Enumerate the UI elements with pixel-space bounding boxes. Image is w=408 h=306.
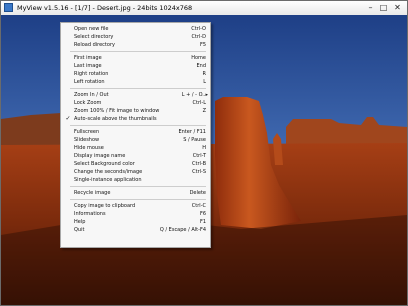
menu-item-hide-mouse[interactable]: Hide mouse H (61, 144, 210, 152)
menu-item-help[interactable]: Help F1 (61, 218, 210, 226)
menu-item-last-image[interactable]: Last image End (61, 62, 210, 70)
app-icon[interactable] (4, 3, 13, 12)
menu-item-first-image[interactable]: First image Home (61, 54, 210, 62)
menu-item-single-instance[interactable]: Single-instance application (61, 176, 210, 184)
check-icon: ✓ (65, 115, 71, 122)
window-title: MyView v1.5.16 - [1/7] - Desert.jpg - 24… (17, 4, 193, 12)
menu-item-recycle-image[interactable]: Recycle image Delete (61, 189, 210, 197)
close-button[interactable]: ✕ (392, 2, 403, 13)
minimize-button[interactable]: – (365, 2, 376, 13)
menu-separator (70, 199, 206, 200)
menu-item-display-image-name[interactable]: Display image name Ctrl-T (61, 152, 210, 160)
title-bar[interactable]: MyView v1.5.16 - [1/7] - Desert.jpg - 24… (1, 1, 407, 16)
menu-item-open-new-file[interactable]: Open new file Ctrl-O (61, 25, 210, 33)
maximize-button[interactable]: □ (378, 2, 389, 13)
menu-separator (70, 125, 206, 126)
menu-item-slideshow[interactable]: Slideshow S / Pause (61, 136, 210, 144)
menu-item-change-seconds-image[interactable]: Change the seconds/image Ctrl-S (61, 168, 210, 176)
menu-item-informations[interactable]: Informations F6 (61, 210, 210, 218)
menu-item-left-rotation[interactable]: Left rotation L (61, 78, 210, 86)
menu-separator (70, 88, 206, 89)
menu-item-quit[interactable]: Quit Q / Escape / Alt-F4 (61, 226, 210, 234)
menu-item-lock-zoom[interactable]: Lock Zoom Ctrl-L (61, 99, 210, 107)
context-menu: Open new file Ctrl-O Select directory Ctrl… (60, 22, 211, 248)
menu-item-reload-directory[interactable]: Reload directory F5 (61, 41, 210, 49)
menu-item-select-directory[interactable]: Select directory Ctrl-D (61, 33, 210, 41)
menu-item-select-background-color[interactable]: Select Background color Ctrl-B (61, 160, 210, 168)
menu-separator (70, 51, 206, 52)
menu-separator (70, 186, 206, 187)
menu-item-zoom-in-out[interactable]: Zoom In / Out L + / - O..▸ (61, 91, 210, 99)
menu-item-copy-to-clipboard[interactable]: Copy image to clipboard Ctrl-C (61, 202, 210, 210)
menu-item-auto-scale[interactable]: ✓ Auto-scale above the thumbnails (61, 115, 210, 123)
menu-item-right-rotation[interactable]: Right rotation R (61, 70, 210, 78)
menu-item-zoom-100-fit[interactable]: Zoom 100% / Fit image to window Z (61, 107, 210, 115)
app-window: MyView v1.5.16 - [1/7] - Desert.jpg - 24… (0, 0, 408, 306)
menu-item-fullscreen[interactable]: Fullscreen Enter / F11 (61, 128, 210, 136)
